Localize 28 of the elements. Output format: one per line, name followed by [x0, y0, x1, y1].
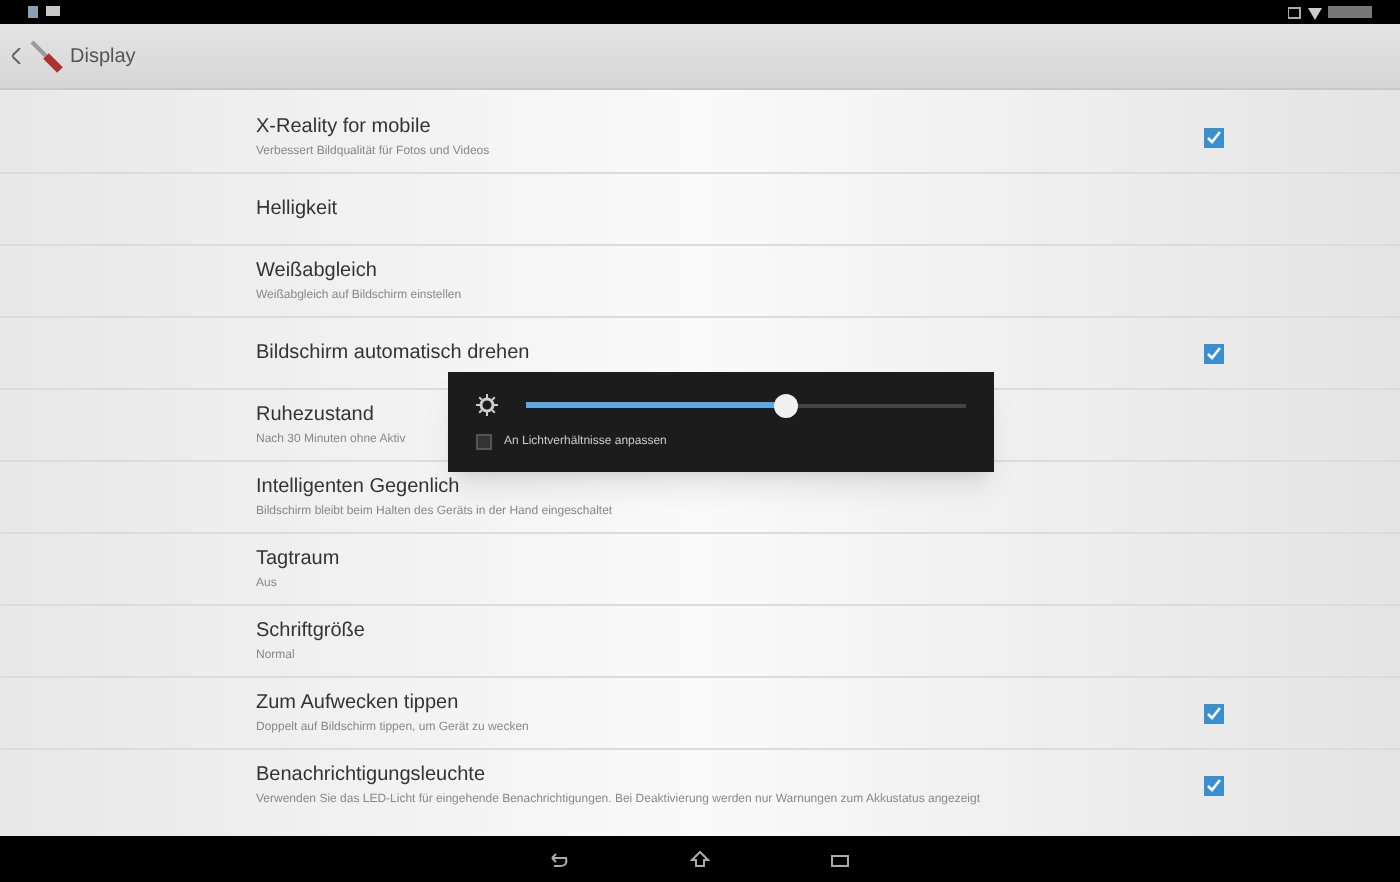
back-icon[interactable]: [550, 851, 570, 867]
setting-title: Benachrichtigungsleuchte: [256, 764, 486, 788]
setting-title: Helligkeit: [256, 197, 338, 221]
checkbox[interactable]: [1204, 776, 1224, 796]
setting-title: X-Reality for mobile: [256, 115, 431, 139]
recent-apps-icon[interactable]: [830, 851, 850, 867]
back-caret-icon[interactable]: [12, 48, 22, 64]
brightness-slider[interactable]: [526, 393, 966, 417]
mail-icon: [46, 6, 60, 16]
setting-title: Intelligenten Gegenlich: [256, 475, 460, 499]
notification-icon: [28, 6, 38, 18]
setting-title: Zum Aufwecken tippen: [256, 691, 459, 715]
checkbox[interactable]: [1204, 127, 1224, 147]
brightness-icon: [476, 394, 498, 416]
home-icon[interactable]: [690, 850, 710, 868]
setting-title: Tagtraum: [256, 547, 340, 571]
screwdriver-icon: [28, 38, 64, 74]
screen-title: Display: [70, 43, 136, 71]
checkbox[interactable]: [1204, 703, 1224, 723]
setting-title: Schriftgröße: [256, 619, 365, 643]
setting-title: Bildschirm automatisch drehen: [256, 341, 530, 365]
settings-row[interactable]: Helligkeit: [0, 174, 1400, 246]
battery-icon: [1328, 6, 1372, 18]
checkbox[interactable]: [1204, 343, 1224, 363]
setting-title: Ruhezustand: [256, 403, 374, 427]
checkbox[interactable]: [476, 434, 492, 450]
setting-title: Weißabgleich: [256, 259, 377, 283]
wifi-icon: [1308, 5, 1322, 19]
